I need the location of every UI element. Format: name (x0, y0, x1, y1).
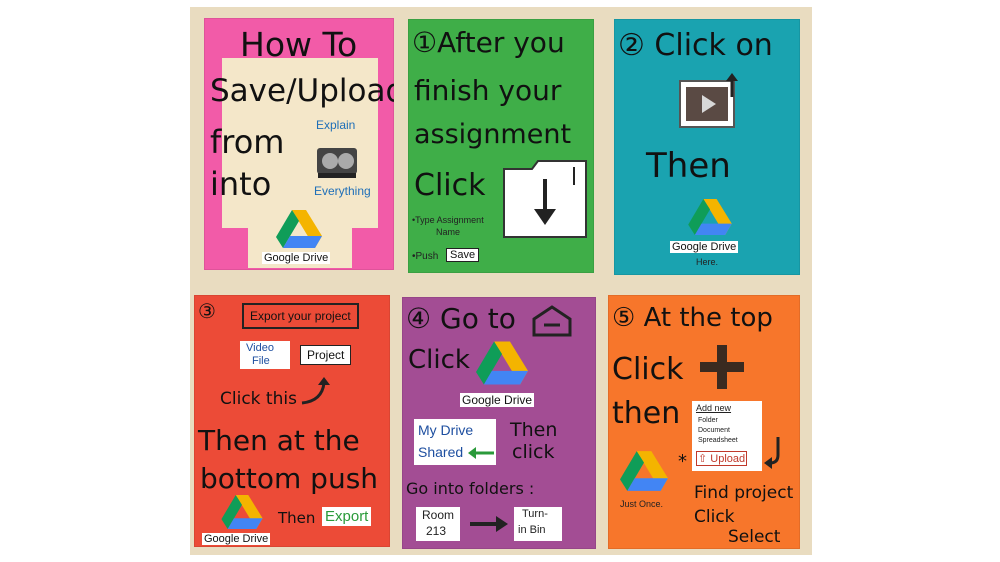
menu-item-document: Document (698, 427, 730, 434)
step1-note-2: •Push (412, 251, 439, 262)
star-mark: * (678, 451, 687, 472)
google-drive-icon (688, 199, 732, 235)
go-into-folders: Go into folders : (406, 479, 535, 498)
room-label-b: 213 (426, 524, 447, 538)
google-drive-icon (220, 495, 264, 529)
right-arrow-icon (470, 515, 508, 533)
title-line-2: Save/Upload (210, 73, 394, 109)
download-folder-icon (502, 159, 588, 239)
film-camera-icon (316, 140, 362, 180)
app-name-top: Explain (316, 118, 356, 132)
room-label-a: Room (422, 508, 455, 522)
then-click-a: Then (510, 419, 558, 441)
step2-line-1: ② Click on (618, 28, 773, 63)
save-button-drawing: Save (446, 248, 480, 262)
select-line: Select (728, 527, 781, 547)
step1-note-1a: •Type Assignment (412, 215, 484, 225)
google-drive-icon (476, 341, 528, 385)
title-line-1: How To (240, 25, 358, 64)
google-drive-icon (620, 451, 668, 491)
room-folder-box: Room 213 (416, 507, 460, 541)
then-click-b: click (512, 441, 555, 463)
menu-item-folder: Folder (698, 417, 718, 424)
card-step-1: ①After you finish your assignment Click … (408, 19, 594, 273)
video-file-option: Video File (240, 341, 290, 369)
google-drive-label: Google Drive (202, 533, 271, 545)
step3-then: Then (278, 509, 316, 527)
menu-item-spreadsheet: Spreadsheet (698, 437, 738, 444)
google-drive-label: Google Drive (460, 393, 535, 407)
step2-small-note: Here. (696, 257, 719, 267)
poster-board: How To Save/Upload from into Explain Eve… (190, 7, 812, 555)
curved-arrow-icon (298, 377, 334, 407)
app-name-bottom: Everything (314, 184, 371, 198)
step3-line-2: bottom push (200, 462, 379, 495)
step1-note-1b: Name (436, 227, 461, 237)
step2-then: Then (646, 146, 731, 186)
card-step-3: ③ Export your project Video File Project… (194, 295, 390, 547)
step4-line-2: Click (408, 345, 470, 375)
google-drive-label: Google Drive (670, 241, 739, 253)
my-drive-label: My Drive (418, 422, 474, 438)
add-new-menu-drawing: Add new Folder Document Spreadsheet ⇧ Up… (692, 401, 762, 471)
google-drive-icon (276, 210, 322, 248)
hook-arrow-icon (764, 435, 784, 469)
export-button-drawing: Export (322, 507, 372, 526)
home-icon (532, 305, 572, 337)
click-line: Click (694, 507, 735, 527)
turn-label-b: in Bin (518, 524, 546, 536)
click-this-note: Click this (220, 389, 297, 409)
menu-item-upload: ⇧ Upload (696, 451, 748, 466)
turn-label-a: Turn- (522, 508, 548, 520)
step3-line-1: Then at the (198, 424, 360, 457)
step1-line-3: assignment (414, 119, 572, 150)
step5-line-2: Click (612, 352, 684, 387)
video-file-label-a: Video (246, 342, 274, 354)
title-line-3: from (210, 123, 285, 161)
export-project-box: Export your project (242, 303, 359, 329)
turn-in-bin-box: Turn- in Bin (514, 507, 562, 541)
card-step-2: ② Click on Then Google Drive Here. (614, 19, 800, 275)
google-drive-label: Google Drive (262, 252, 331, 264)
step4-line-1: ④ Go to (406, 302, 516, 335)
video-file-label-b: File (252, 355, 270, 367)
step5-line-3: then (612, 396, 681, 431)
card-step-4: ④ Go to Click Google Drive My Drive Shar… (402, 297, 596, 549)
left-arrow-icon (468, 447, 494, 459)
shared-label: Shared (418, 444, 464, 460)
step5-line-1: ⑤ At the top (612, 303, 773, 333)
just-once-note: Just Once. (620, 499, 664, 509)
video-clip-icon (678, 73, 740, 131)
step3-number: ③ (198, 299, 216, 323)
card-how-to: How To Save/Upload from into Explain Eve… (204, 18, 394, 270)
step1-line-4: Click (414, 168, 486, 203)
title-line-4: into (210, 165, 272, 203)
drive-menu-drawing: My Drive Shared (414, 419, 496, 465)
card-step-5: ⑤ At the top Click then Add new Folder D… (608, 295, 800, 549)
add-new-title: Add new (696, 403, 732, 413)
project-option: Project (300, 345, 352, 365)
plus-icon (700, 345, 744, 389)
find-project-line: Find project (694, 483, 794, 503)
step1-line-1: ①After you (412, 26, 565, 59)
step1-line-2: finish your (414, 74, 562, 107)
